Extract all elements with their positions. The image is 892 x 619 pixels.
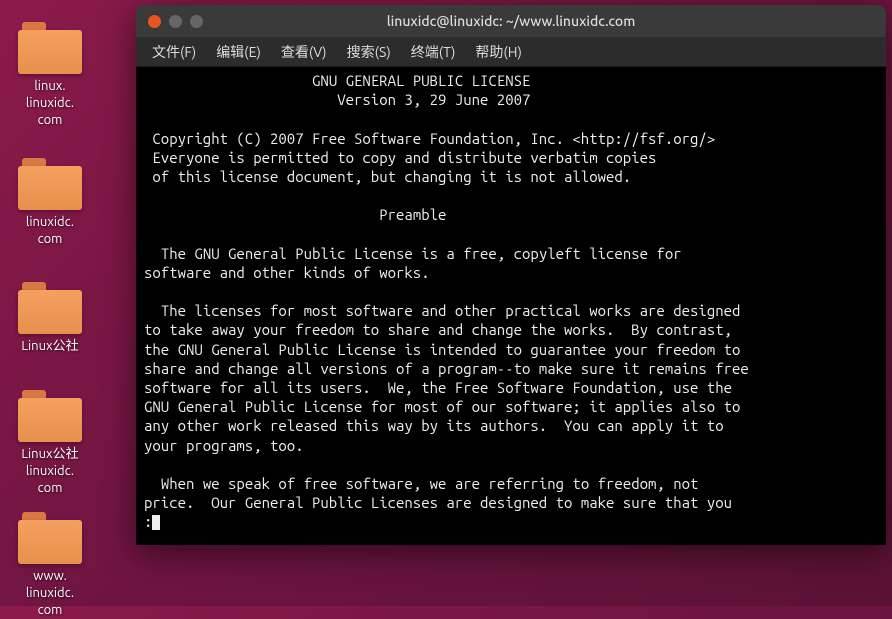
desktop-folder[interactable]: linuxidc. com — [10, 158, 90, 248]
menubar: 文件(F) 编辑(E) 查看(V) 搜索(S) 终端(T) 帮助(H) — [136, 37, 886, 67]
window-title: linuxidc@linuxidc: ~/www.linuxidc.com — [136, 13, 886, 29]
folder-icon — [18, 390, 82, 442]
menu-edit[interactable]: 编辑(E) — [208, 38, 269, 66]
desktop-folder[interactable]: Linux公社 — [10, 282, 90, 355]
minimize-icon[interactable] — [169, 15, 182, 28]
desktop-folder-label: Linux公社 — [21, 338, 78, 355]
folder-icon — [18, 282, 82, 334]
desktop-folder-label: linuxidc. com — [26, 214, 74, 248]
terminal-content: GNU GENERAL PUBLIC LICENSE Version 3, 29… — [144, 72, 749, 530]
folder-icon — [18, 512, 82, 564]
desktop-folder-label: Linux公社 linuxidc. com — [21, 446, 78, 497]
menu-terminal[interactable]: 终端(T) — [403, 38, 464, 66]
maximize-icon[interactable] — [190, 15, 203, 28]
desktop-folder-label: linux. linuxidc. com — [26, 78, 74, 129]
close-icon[interactable] — [148, 15, 161, 28]
desktop-folder-label: www. linuxidc. com — [26, 568, 74, 619]
titlebar[interactable]: linuxidc@linuxidc: ~/www.linuxidc.com — [136, 5, 886, 37]
menu-file[interactable]: 文件(F) — [144, 38, 204, 66]
desktop-folder[interactable]: www. linuxidc. com — [10, 512, 90, 619]
menu-view[interactable]: 查看(V) — [273, 38, 335, 66]
desktop-folder[interactable]: Linux公社 linuxidc. com — [10, 390, 90, 497]
window-controls — [148, 15, 203, 28]
cursor-icon — [152, 515, 160, 530]
terminal-window: linuxidc@linuxidc: ~/www.linuxidc.com 文件… — [136, 5, 886, 545]
desktop-folder[interactable]: linux. linuxidc. com — [10, 22, 90, 129]
folder-icon — [18, 158, 82, 210]
menu-help[interactable]: 帮助(H) — [467, 38, 530, 66]
folder-icon — [18, 22, 82, 74]
terminal-body[interactable]: GNU GENERAL PUBLIC LICENSE Version 3, 29… — [136, 67, 886, 545]
menu-search[interactable]: 搜索(S) — [339, 38, 399, 66]
